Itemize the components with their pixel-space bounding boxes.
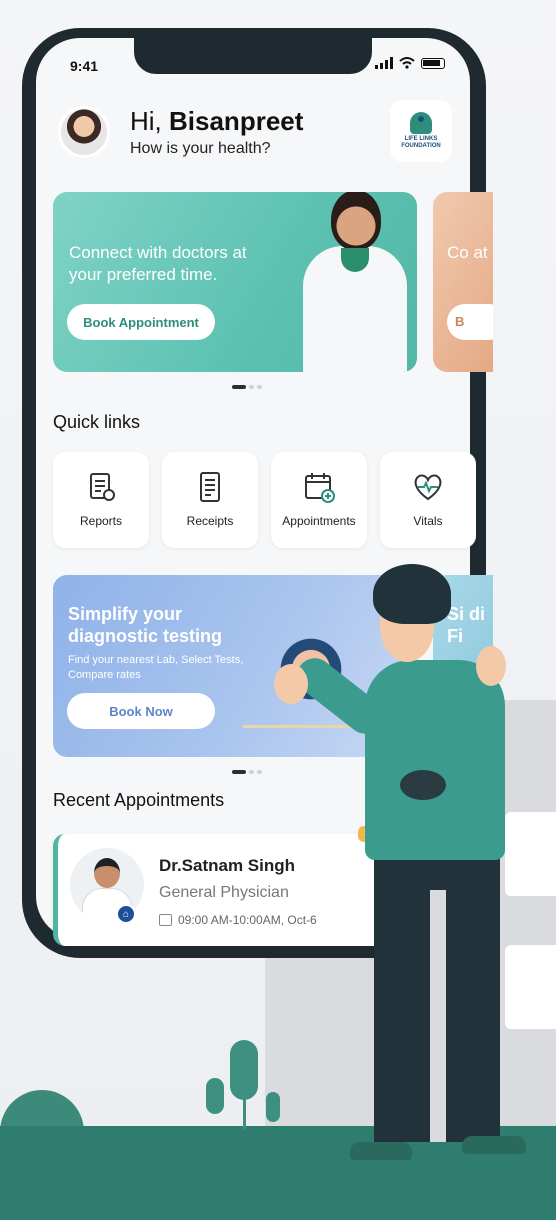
greeting: Hi, Bisanpreet <box>130 106 303 137</box>
quick-link-receipts[interactable]: Receipts <box>162 452 258 548</box>
calendar-icon <box>159 914 172 926</box>
quick-link-vitals[interactable]: Vitals <box>380 452 476 548</box>
calendar-icon <box>305 473 335 503</box>
greeting-subtitle: How is your health? <box>130 140 271 157</box>
status-time: 9:41 <box>70 58 99 74</box>
carousel-dots <box>232 770 262 774</box>
quick-link-reports[interactable]: Reports <box>53 452 149 548</box>
quick-links-title: Quick links <box>53 412 141 432</box>
signal-icon <box>375 57 393 69</box>
banner-text: Connect with doctors at your preferred t… <box>69 243 247 284</box>
doctor-banner[interactable]: Connect with doctors at your preferred t… <box>53 192 417 372</box>
quick-link-label: Appointments <box>282 514 356 528</box>
tree-decoration <box>206 1078 224 1114</box>
logo-mark-icon <box>410 112 432 134</box>
battery-icon <box>421 57 445 69</box>
diagnostic-title: Simplify your diagnostic testing <box>68 604 223 646</box>
foundation-logo[interactable]: LIFE LINKS FOUNDATION <box>390 100 452 162</box>
phone-notch <box>134 38 372 74</box>
carousel-dots <box>232 385 262 389</box>
heart-pulse-icon <box>414 474 442 501</box>
quick-link-label: Receipts <box>186 514 234 528</box>
book-now-button[interactable]: Book Now <box>67 693 215 729</box>
quick-link-label: Vitals <box>413 514 443 528</box>
reports-icon <box>90 473 115 501</box>
next-banner-peek[interactable]: Co at B <box>433 192 493 372</box>
user-avatar[interactable] <box>58 106 110 158</box>
quick-link-appointments[interactable]: Appointments <box>271 452 367 548</box>
tree-decoration <box>230 1040 258 1100</box>
quick-link-label: Reports <box>79 514 123 528</box>
greeting-prefix: Hi, <box>130 106 162 136</box>
receipt-icon <box>200 472 220 502</box>
logo-text: LIFE LINKS FOUNDATION <box>401 136 441 149</box>
user-name: Bisanpreet <box>169 106 304 136</box>
book-appointment-button[interactable]: Book Appointment <box>67 304 215 340</box>
banner-button[interactable]: B <box>447 304 493 340</box>
wifi-icon <box>399 57 415 69</box>
doctor-illustration <box>293 192 417 372</box>
banner-text: Co at <box>447 243 488 262</box>
person-illustration <box>270 560 530 1170</box>
diagnostic-subtitle: Find your nearest Lab, Select Tests, Com… <box>68 654 244 681</box>
clinic-icon: ⌂ <box>116 904 136 924</box>
status-icons <box>375 57 445 69</box>
recent-appointments-title: Recent Appointments <box>53 790 225 810</box>
